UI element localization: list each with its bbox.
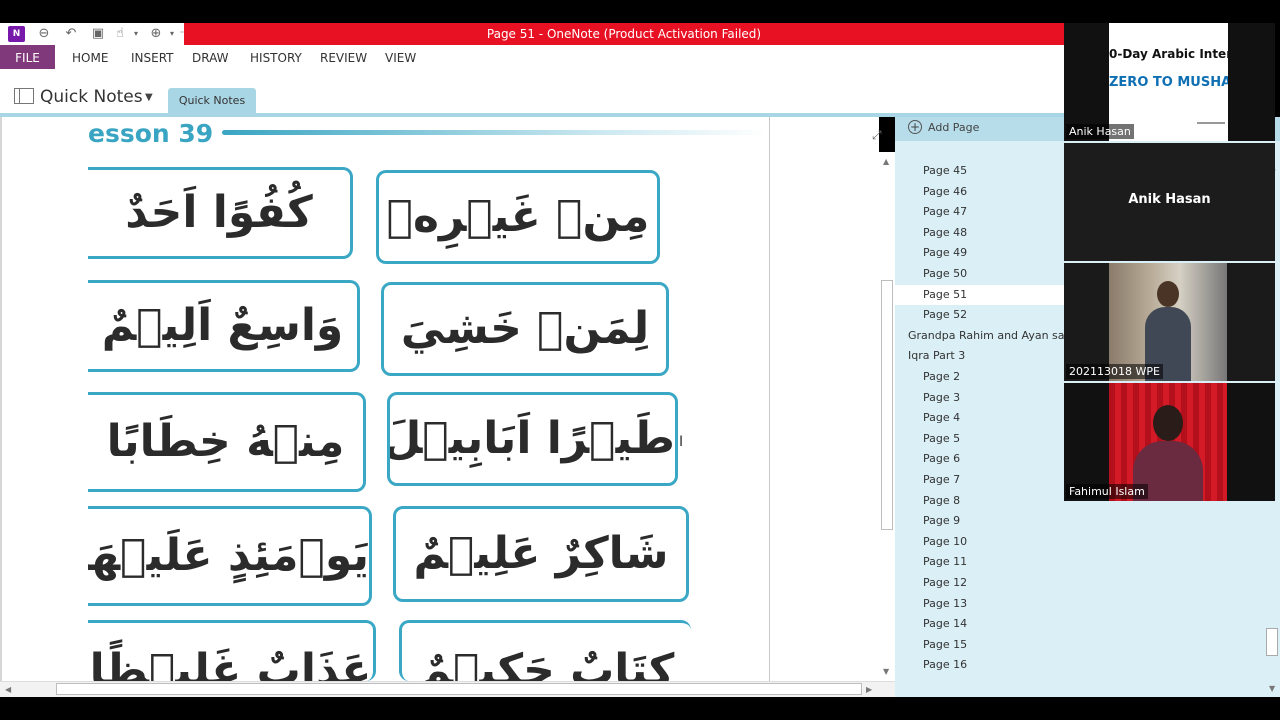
tab-home[interactable]: HOME	[70, 45, 110, 69]
person-head	[1157, 281, 1179, 307]
participant-name: Anik Hasan	[1066, 124, 1134, 139]
slide-title: 0-Day Arabic Intensive	[1109, 47, 1228, 61]
page-list-item[interactable]: Page 47	[923, 202, 967, 222]
page-list-scroll-thumb[interactable]	[1266, 628, 1278, 656]
video-tile-fahimul[interactable]: Fahimul Islam	[1064, 383, 1275, 501]
page-list-item[interactable]: Page 49	[923, 243, 967, 263]
word-card: وَاسِعٌ اَلِيۡمٌ	[88, 280, 360, 372]
back-icon[interactable]: ⊖	[36, 26, 52, 42]
page-horizontal-scroll-thumb[interactable]	[56, 683, 862, 695]
tab-insert[interactable]: INSERT	[129, 45, 176, 69]
text-cursor-icon: I	[679, 434, 684, 450]
screen: N ⊖ ↶ ▣ ☝ ▾ ⊕ ▾ ⁼ Page 51 - OneNote (Pro…	[0, 0, 1280, 720]
page-list-item[interactable]: Page 11	[923, 552, 967, 572]
page-list-item[interactable]: Page 8	[923, 491, 960, 511]
touch-mode-dropdown-icon[interactable]: ▾	[128, 26, 144, 42]
dock-icon[interactable]: ▣	[90, 26, 106, 42]
title-bar: N ⊖ ↶ ▣ ☝ ▾ ⊕ ▾ ⁼ Page 51 - OneNote (Pro…	[0, 23, 1064, 45]
page-list-item[interactable]: Page 48	[923, 223, 967, 243]
word-card: مِنۡ غَيۡرِهٖ	[376, 170, 660, 264]
tab-file[interactable]: FILE	[0, 45, 55, 69]
page-list-item[interactable]: Page 4	[923, 408, 960, 428]
participant-name: Anik Hasan	[1128, 192, 1211, 207]
scroll-up-icon[interactable]: ▲	[883, 157, 889, 166]
page-list-item[interactable]: Page 5	[923, 429, 960, 449]
add-page-icon[interactable]: +	[908, 120, 922, 134]
window-title: Page 51 - OneNote (Product Activation Fa…	[184, 23, 1064, 45]
scroll-down-icon[interactable]: ▼	[883, 667, 889, 676]
top-black-bar	[0, 0, 1280, 23]
page-margin-line	[769, 117, 770, 681]
expand-icon[interactable]: ⤢	[872, 128, 882, 143]
page-list-item[interactable]: Page 45	[923, 161, 967, 181]
video-tile-student[interactable]: 202113018 WPE	[1064, 263, 1275, 381]
page-list-item[interactable]: Page 6	[923, 449, 960, 469]
notebook-name: Quick Notes	[40, 87, 143, 107]
page-list-item[interactable]: Page 14	[923, 614, 967, 634]
notebook-dropdown-icon[interactable]: ▼	[145, 92, 153, 103]
video-tile-anik[interactable]: Anik Hasan	[1064, 143, 1275, 261]
tab-draw[interactable]: DRAW	[190, 45, 231, 69]
page-list-item[interactable]: Page 15	[923, 635, 967, 655]
touch-mode-icon[interactable]: ☝	[112, 26, 128, 42]
word-card: يَوۡمَئِذٍ عَلَيۡهَا	[88, 506, 372, 606]
section-tab-quick-notes[interactable]: Quick Notes	[168, 88, 256, 114]
word-card: طَيۡرًا اَبَابِيۡلَ	[387, 392, 678, 486]
notebook-icon	[14, 88, 34, 104]
lesson-underline	[222, 130, 768, 135]
page-list-item[interactable]: Iqra Part 3	[908, 346, 965, 366]
page-list-item[interactable]: Page 50	[923, 264, 967, 284]
page-list-item[interactable]: Page 7	[923, 470, 960, 490]
page-list-scroll-down-icon[interactable]: ▼	[1269, 684, 1275, 693]
page-list-item[interactable]: Page 9	[923, 511, 960, 531]
video-tile-presenter[interactable]: 0-Day Arabic Intensive ZERO TO MUSHAF An…	[1064, 23, 1275, 141]
lesson-title: esson 39	[88, 119, 214, 148]
add-page-button[interactable]: Add Page	[928, 121, 979, 134]
page-list-item[interactable]: Page 16	[923, 655, 967, 675]
word-card: شَاكِرٌ عَلِيۡمٌ	[393, 506, 689, 602]
slide-footer-line	[1197, 122, 1225, 124]
page-list-item[interactable]: Page 3	[923, 388, 960, 408]
slide-subtitle: ZERO TO MUSHAF	[1109, 75, 1228, 90]
bottom-black-bar	[0, 697, 1280, 720]
onenote-logo-icon: N	[8, 26, 25, 42]
word-card: مِنۡهُ خِطَابًا	[88, 392, 366, 492]
tab-review[interactable]: REVIEW	[318, 45, 369, 69]
notebook-bar: Quick Notes ▼	[0, 71, 1064, 114]
person-head	[1153, 405, 1183, 441]
page-vertical-scroll-thumb[interactable]	[881, 280, 893, 530]
page-list-item[interactable]: Grandpa Rahim and Ayan sat or	[908, 326, 1084, 346]
tab-view[interactable]: VIEW	[383, 45, 418, 69]
forward-icon[interactable]: ⊕	[148, 26, 164, 42]
participant-name: 202113018 WPE	[1066, 364, 1163, 379]
word-card: عَذَابٌ غَلِيۡظًا	[88, 620, 376, 681]
page-list-item[interactable]: Page 52	[923, 305, 967, 325]
word-card: لِمَنۡ خَشِيَ	[381, 282, 669, 376]
scroll-right-icon[interactable]: ▶	[866, 685, 872, 694]
page-list-item[interactable]: Page 10	[923, 532, 967, 552]
ribbon-tabs: FILE HOME INSERT DRAW HISTORY REVIEW VIE…	[0, 45, 1064, 71]
tab-history[interactable]: HISTORY	[248, 45, 304, 69]
scroll-left-icon[interactable]: ◀	[5, 685, 11, 694]
page-list-item[interactable]: Page 12	[923, 573, 967, 593]
page-list-item[interactable]: Page 51	[895, 285, 1064, 305]
notebook-picker[interactable]: Quick Notes	[14, 87, 143, 107]
undo-icon[interactable]: ↶	[63, 26, 79, 42]
page-list-item[interactable]: Page 13	[923, 594, 967, 614]
participant-name: Fahimul Islam	[1066, 484, 1148, 499]
word-card: كِتَابٌ حَكِيۡمٌ	[399, 620, 691, 681]
word-card: كُفُوًا اَحَدٌ	[88, 167, 353, 259]
page-list-item[interactable]: Page 2	[923, 367, 960, 387]
page-list-item[interactable]: Page 46	[923, 182, 967, 202]
